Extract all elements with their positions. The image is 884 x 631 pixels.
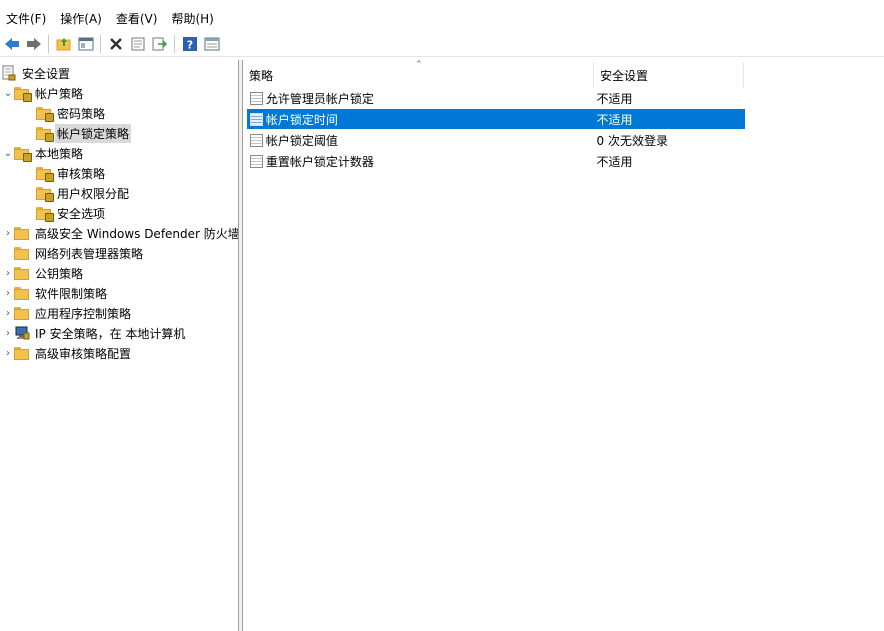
- tree-label-advanced-audit: 高级审核策略配置: [35, 346, 132, 361]
- chevron-right-icon[interactable]: ›: [2, 283, 14, 303]
- policy-value: 不适用: [596, 91, 633, 106]
- list-item[interactable]: 允许管理员帐户锁定 不适用: [247, 88, 745, 108]
- policy-name: 帐户锁定时间: [265, 112, 338, 127]
- policy-name: 允许管理员帐户锁定: [265, 91, 374, 106]
- tree-label-security-options: 安全选项: [57, 206, 106, 221]
- chevron-right-icon[interactable]: ›: [2, 223, 14, 243]
- tree-label-account-policies: 帐户策略: [35, 86, 84, 101]
- policy-icon: [250, 154, 263, 168]
- chevron-down-icon[interactable]: ⌄: [2, 83, 14, 103]
- tree-label-public-key: 公钥策略: [35, 266, 84, 281]
- chevron-right-icon[interactable]: ›: [2, 343, 14, 363]
- tree-item-software-restriction[interactable]: › 软件限制策略: [2, 283, 109, 303]
- policy-name: 帐户锁定阈值: [265, 133, 338, 148]
- list-item[interactable]: 重置帐户锁定计数器 不适用: [247, 151, 745, 171]
- list-item[interactable]: 帐户锁定阈值 0 次无效登录: [247, 130, 745, 150]
- menu-action[interactable]: 操作(A): [54, 8, 110, 30]
- menu-file[interactable]: 文件(F): [0, 8, 54, 30]
- menu-bar: 文件(F) 操作(A) 查看(V) 帮助(H): [0, 8, 884, 30]
- policy-value: 0 次无效登录: [596, 133, 668, 148]
- tree-item-local-policies[interactable]: ⌄ 本地策略: [2, 143, 85, 163]
- export-list-icon[interactable]: [150, 34, 170, 54]
- tree-item-security-settings[interactable]: 安全设置: [2, 63, 72, 83]
- list-item[interactable]: 帐户锁定时间 不适用: [247, 109, 745, 129]
- tree-label-password-policy: 密码策略: [57, 106, 106, 121]
- chevron-down-icon[interactable]: ⌄: [2, 143, 14, 163]
- folder-lock-icon: [36, 106, 54, 122]
- tree-item-defender-firewall[interactable]: › 高级安全 Windows Defender 防火墙: [2, 223, 239, 243]
- tree-label-defender-firewall: 高级安全 Windows Defender 防火墙: [35, 226, 239, 241]
- toolbar-separator: [174, 35, 175, 53]
- menu-help[interactable]: 帮助(H): [165, 8, 221, 30]
- ip-security-icon: [14, 325, 30, 341]
- tree-item-network-list[interactable]: 网络列表管理器策略: [2, 243, 145, 263]
- folder-icon: [14, 246, 30, 260]
- tree-label-audit-policy: 审核策略: [57, 166, 106, 181]
- view-icon[interactable]: [202, 34, 222, 54]
- tree-item-account-lockout-policy[interactable]: 帐户锁定策略: [36, 123, 132, 143]
- policy-icon: [250, 91, 263, 105]
- tree-item-public-key[interactable]: › 公钥策略: [2, 263, 85, 283]
- folder-lock-icon: [36, 166, 54, 182]
- folder-lock-icon: [36, 186, 54, 202]
- tree-item-account-policies[interactable]: ⌄ 帐户策略: [2, 83, 85, 103]
- tree-item-audit-policy[interactable]: 审核策略: [36, 163, 107, 183]
- menu-view[interactable]: 查看(V): [110, 8, 166, 30]
- tree-label-ip-security: IP 安全策略，在 本地计算机: [35, 326, 186, 341]
- policy-name: 重置帐户锁定计数器: [265, 154, 374, 169]
- policy-list: ⌃ 策略 安全设置 允许管理员帐户锁定 不适用 帐户锁定时间 不适用 帐户锁定阈…: [243, 60, 884, 631]
- tree-pane: 安全设置 ⌄ 帐户策略 密码策略 帐户锁定策略 ⌄ 本地策略 审核策略 用户权限…: [0, 60, 239, 631]
- policy-value: 不适用: [596, 154, 633, 169]
- folder-lock-icon: [14, 86, 32, 102]
- help-icon[interactable]: ?: [180, 34, 200, 54]
- back-icon[interactable]: [2, 34, 22, 54]
- column-header-policy[interactable]: 策略: [243, 62, 594, 88]
- forward-icon[interactable]: [24, 34, 44, 54]
- tree-label-security-settings: 安全设置: [22, 66, 71, 81]
- chevron-right-icon[interactable]: ›: [2, 303, 14, 323]
- tree-item-advanced-audit[interactable]: › 高级审核策略配置: [2, 343, 133, 363]
- folder-lock-icon: [36, 206, 54, 222]
- tree-label-app-control: 应用程序控制策略: [35, 306, 132, 321]
- tree-item-ip-security[interactable]: › IP 安全策略，在 本地计算机: [2, 323, 187, 343]
- properties-icon[interactable]: [128, 34, 148, 54]
- tree-label-account-lockout-policy: 帐户锁定策略: [55, 123, 132, 143]
- tree-label-software-restriction: 软件限制策略: [35, 286, 108, 301]
- tree-label-local-policies: 本地策略: [35, 146, 84, 161]
- folder-icon: [14, 226, 30, 240]
- chevron-right-icon[interactable]: ›: [2, 263, 14, 283]
- folder-icon: [14, 266, 30, 280]
- folder-lock-icon: [36, 126, 54, 142]
- tree-item-security-options[interactable]: 安全选项: [36, 203, 107, 223]
- toolbar: ?: [0, 32, 884, 57]
- security-settings-icon: [2, 65, 16, 81]
- folder-icon: [14, 346, 30, 360]
- column-header-setting[interactable]: 安全设置: [594, 62, 744, 88]
- tree-item-app-control[interactable]: › 应用程序控制策略: [2, 303, 133, 323]
- show-hide-tree-icon[interactable]: [76, 34, 96, 54]
- policy-icon: [250, 112, 263, 126]
- folder-lock-icon: [14, 146, 32, 162]
- toolbar-separator: [48, 35, 49, 53]
- tree-label-network-list: 网络列表管理器策略: [35, 246, 144, 261]
- tree-item-password-policy[interactable]: 密码策略: [36, 103, 107, 123]
- delete-icon[interactable]: [106, 34, 126, 54]
- policy-icon: [250, 133, 263, 147]
- tree-label-user-rights: 用户权限分配: [57, 186, 130, 201]
- title-bar: [0, 0, 884, 6]
- tree-item-user-rights[interactable]: 用户权限分配: [36, 183, 131, 203]
- folder-icon: [14, 306, 30, 320]
- svg-text:?: ?: [187, 39, 193, 52]
- folder-icon: [14, 286, 30, 300]
- chevron-right-icon[interactable]: ›: [2, 323, 14, 343]
- up-folder-icon[interactable]: [54, 34, 74, 54]
- toolbar-separator: [100, 35, 101, 53]
- policy-value: 不适用: [596, 112, 633, 127]
